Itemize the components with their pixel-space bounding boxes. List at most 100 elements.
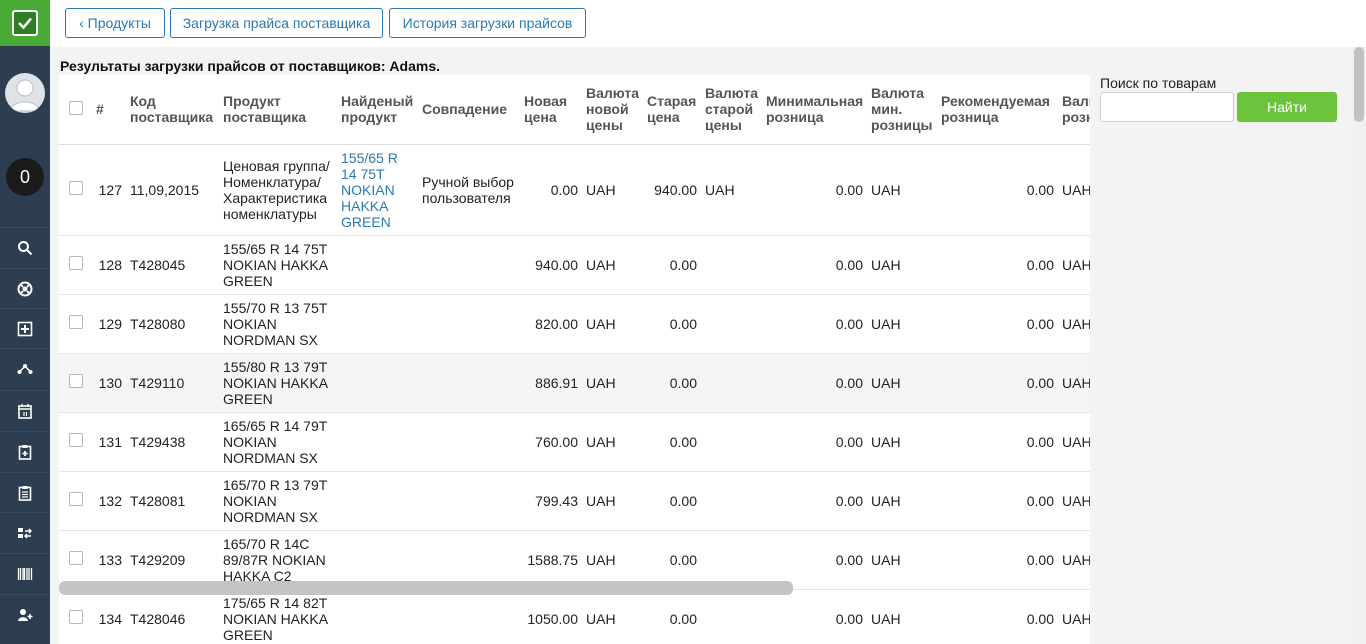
- row-checkbox[interactable]: [69, 610, 83, 624]
- cell-product: 155/65 R 14 75T NOKIAN HAKKA GREEN: [219, 235, 337, 295]
- column-header[interactable]: Старая цена: [643, 75, 701, 145]
- search-label: Поиск по товарам: [1100, 75, 1217, 91]
- cell-code: T428081: [126, 471, 219, 531]
- column-header[interactable]: Рекомендуемая розница: [937, 75, 1058, 145]
- cell-found[interactable]: [337, 294, 418, 354]
- table-header-row: # Код поставщика Продукт поставщика Найд…: [59, 75, 1090, 145]
- checkmark-icon: [12, 10, 38, 36]
- cell-old-cur: [701, 589, 762, 644]
- column-header[interactable]: Минимальная розница: [762, 75, 867, 145]
- cell-found[interactable]: [337, 353, 418, 413]
- cell-code: T429438: [126, 412, 219, 472]
- cell-rec-cur: UAH: [1058, 144, 1090, 236]
- row-checkbox[interactable]: [69, 181, 83, 195]
- results-table: # Код поставщика Продукт поставщика Найд…: [59, 75, 1090, 644]
- cell-code: T428080: [126, 294, 219, 354]
- cell-rec-retail: 0.00: [937, 294, 1058, 354]
- cell-new-cur: UAH: [582, 353, 643, 413]
- search-input[interactable]: [1100, 92, 1234, 122]
- cell-match: Ручной выбор пользователя: [418, 144, 520, 236]
- row-checkbox[interactable]: [69, 551, 83, 565]
- cell-old-cur: UAH: [701, 144, 762, 236]
- cell-rec-retail: 0.00: [937, 471, 1058, 531]
- cell-old-cur: [701, 471, 762, 531]
- cell-found[interactable]: [337, 589, 418, 644]
- cell-min-retail: 0.00: [762, 235, 867, 295]
- avatar[interactable]: [5, 73, 45, 113]
- row-checkbox[interactable]: [69, 492, 83, 506]
- back-to-products-button[interactable]: ‹ Продукты: [65, 8, 165, 38]
- clipboard-list-icon[interactable]: [0, 472, 50, 512]
- column-header[interactable]: Совпадение: [418, 75, 520, 145]
- app-logo[interactable]: [0, 0, 50, 46]
- row-checkbox[interactable]: [69, 256, 83, 270]
- clipboard-add-icon[interactable]: [0, 431, 50, 471]
- table-row[interactable]: 130 T429110 155/80 R 13 79T NOKIAN HAKKA G…: [59, 353, 1090, 413]
- cell-n: 134: [92, 589, 126, 644]
- support-icon[interactable]: [0, 268, 50, 308]
- cell-new-cur: UAH: [582, 294, 643, 354]
- search-button[interactable]: Найти: [1237, 92, 1337, 122]
- column-header[interactable]: Валюта старой цены: [701, 75, 762, 145]
- row-checkbox[interactable]: [69, 374, 83, 388]
- select-all-checkbox[interactable]: [69, 100, 83, 115]
- column-header[interactable]: Код поставщика: [126, 75, 219, 145]
- barcode-icon[interactable]: [0, 553, 50, 593]
- notification-counter[interactable]: 0: [6, 158, 44, 196]
- cell-rec-cur: UAH: [1058, 471, 1090, 531]
- search-icon[interactable]: [0, 227, 50, 267]
- row-select-cell: [59, 294, 92, 354]
- cell-old-cur: [701, 294, 762, 354]
- table-row[interactable]: 127 11,09,2015 Ценовая группа/ Номенклатур…: [59, 144, 1090, 236]
- cell-rec-cur: UAH: [1058, 530, 1090, 590]
- calendar-icon[interactable]: [0, 390, 50, 430]
- cell-product: 175/65 R 14 82T NOKIAN HAKKA GREEN: [219, 589, 337, 644]
- cell-match: [418, 589, 520, 644]
- table-row[interactable]: 129 T428080 155/70 R 13 75T NOKIAN NORDMAN…: [59, 294, 1090, 354]
- cell-old-price: 0.00: [643, 353, 701, 413]
- column-header[interactable]: #: [92, 75, 126, 145]
- top-toolbar: ‹ Продукты Загрузка прайса поставщика Ис…: [50, 0, 1366, 47]
- cell-found[interactable]: [337, 471, 418, 531]
- vertical-scrollbar-thumb[interactable]: [1354, 47, 1364, 122]
- results-table-container: # Код поставщика Продукт поставщика Найд…: [59, 75, 1090, 644]
- cell-n: 131: [92, 412, 126, 472]
- share-icon[interactable]: [0, 348, 50, 388]
- column-header[interactable]: Найденый продукт: [337, 75, 418, 145]
- row-select-cell: [59, 144, 92, 236]
- cell-found[interactable]: [337, 235, 418, 295]
- column-header[interactable]: Продукт поставщика: [219, 75, 337, 145]
- cell-n: 129: [92, 294, 126, 354]
- horizontal-scrollbar[interactable]: [59, 581, 793, 595]
- upload-price-button[interactable]: Загрузка прайса поставщика: [170, 8, 383, 38]
- cell-old-price: 0.00: [643, 471, 701, 531]
- cell-found[interactable]: [337, 412, 418, 472]
- table-row[interactable]: 132 T428081 165/70 R 13 79T NOKIAN NORDMAN…: [59, 471, 1090, 531]
- column-header[interactable]: Новая цена: [520, 75, 582, 145]
- cell-old-price: 0.00: [643, 412, 701, 472]
- column-header[interactable]: Валюта новой цены: [582, 75, 643, 145]
- upload-history-button[interactable]: История загрузки прайсов: [389, 8, 586, 38]
- transfer-icon[interactable]: [0, 512, 50, 552]
- cell-new-price: 820.00: [520, 294, 582, 354]
- table-row[interactable]: 131 T429438 165/65 R 14 79T NOKIAN NORDMAN…: [59, 412, 1090, 472]
- cell-n: 127: [92, 144, 126, 236]
- column-header[interactable]: Валюта мин. розницы: [867, 75, 937, 145]
- table-row[interactable]: 128 T428045 155/65 R 14 75T NOKIAN HAKKA G…: [59, 235, 1090, 295]
- cell-n: 130: [92, 353, 126, 413]
- cell-match: [418, 235, 520, 295]
- row-checkbox[interactable]: [69, 433, 83, 447]
- cell-old-price: 0.00: [643, 235, 701, 295]
- vertical-scrollbar-track[interactable]: [1352, 47, 1366, 644]
- table-row[interactable]: 134 T428046 175/65 R 14 82T NOKIAN HAKKA G…: [59, 589, 1090, 644]
- row-select-cell: [59, 471, 92, 531]
- user-add-icon[interactable]: [0, 594, 50, 634]
- row-select-cell: [59, 353, 92, 413]
- main-content: Результаты загрузки прайсов от поставщик…: [50, 47, 1366, 644]
- cell-n: 132: [92, 471, 126, 531]
- column-header[interactable]: Валюта рек. розн: [1058, 75, 1090, 145]
- cell-found[interactable]: 155/65 R 14 75T NOKIAN HAKKA GREEN: [337, 144, 418, 236]
- add-icon[interactable]: [0, 308, 50, 348]
- cell-product: 165/65 R 14 79T NOKIAN NORDMAN SX: [219, 412, 337, 472]
- row-checkbox[interactable]: [69, 315, 83, 329]
